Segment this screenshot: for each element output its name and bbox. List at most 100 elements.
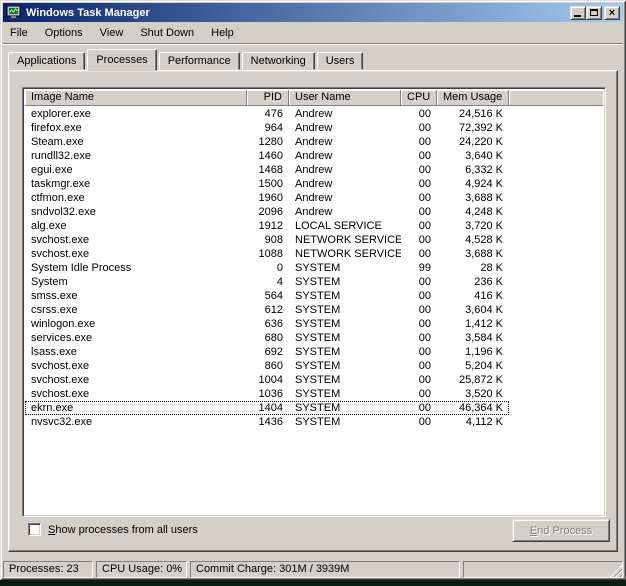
- tab-performance[interactable]: Performance: [159, 52, 240, 70]
- process-row[interactable]: services.exe680SYSTEM003,584 K: [25, 331, 509, 345]
- process-row[interactable]: lsass.exe692SYSTEM001,196 K: [25, 345, 509, 359]
- column-header-image-name[interactable]: Image Name: [25, 90, 247, 106]
- cell-pid: 612: [247, 303, 289, 317]
- cell-pid: 692: [247, 345, 289, 359]
- menu-help[interactable]: Help: [205, 25, 240, 41]
- cell-cpu: 00: [401, 163, 437, 177]
- process-row[interactable]: Steam.exe1280Andrew0024,220 K: [25, 135, 509, 149]
- cell-image-name: explorer.exe: [25, 107, 247, 121]
- cell-cpu: 00: [401, 373, 437, 387]
- cell-cpu: 00: [401, 149, 437, 163]
- process-list[interactable]: Image Name PID User Name CPU Mem Usage e…: [22, 87, 606, 517]
- show-all-users-checkbox[interactable]: Show processes from all users: [28, 523, 198, 536]
- cell-mem-usage: 3,688 K: [437, 247, 509, 261]
- column-header-user-name[interactable]: User Name: [289, 90, 401, 106]
- cell-user-name: Andrew: [289, 107, 401, 121]
- process-row[interactable]: ekrn.exe1404SYSTEM0046,364 K: [25, 401, 509, 415]
- process-row[interactable]: svchost.exe1036SYSTEM003,520 K: [25, 387, 509, 401]
- cell-image-name: firefox.exe: [25, 121, 247, 135]
- cell-image-name: winlogon.exe: [25, 317, 247, 331]
- process-row[interactable]: rundll32.exe1460Andrew003,640 K: [25, 149, 509, 163]
- process-row[interactable]: smss.exe564SYSTEM00416 K: [25, 289, 509, 303]
- menu-options[interactable]: Options: [39, 25, 89, 41]
- tab-users[interactable]: Users: [317, 52, 364, 70]
- cell-image-name: ekrn.exe: [25, 401, 247, 415]
- cell-pid: 1280: [247, 135, 289, 149]
- process-row[interactable]: svchost.exe1088NETWORK SERVICE003,688 K: [25, 247, 509, 261]
- cell-pid: 476: [247, 107, 289, 121]
- cell-mem-usage: 3,688 K: [437, 191, 509, 205]
- menu-shut-down[interactable]: Shut Down: [134, 25, 200, 41]
- cell-mem-usage: 1,412 K: [437, 317, 509, 331]
- menu-bar: File Options ViewShut Down Help: [4, 24, 622, 42]
- checkbox-label: Show processes from all users: [48, 524, 198, 536]
- cell-user-name: SYSTEM: [289, 345, 401, 359]
- cell-image-name: services.exe: [25, 331, 247, 345]
- process-row[interactable]: svchost.exe908NETWORK SERVICE004,528 K: [25, 233, 509, 247]
- cell-pid: 1004: [247, 373, 289, 387]
- cell-user-name: Andrew: [289, 177, 401, 191]
- close-button[interactable]: ×: [604, 6, 620, 20]
- process-row[interactable]: explorer.exe476Andrew0024,516 K: [25, 107, 509, 121]
- process-row[interactable]: csrss.exe612SYSTEM003,604 K: [25, 303, 509, 317]
- tab-processes[interactable]: Processes: [87, 49, 156, 71]
- process-row[interactable]: ctfmon.exe1960Andrew003,688 K: [25, 191, 509, 205]
- cell-image-name: svchost.exe: [25, 387, 247, 401]
- cell-mem-usage: 28 K: [437, 261, 509, 275]
- process-row[interactable]: taskmgr.exe1500Andrew004,924 K: [25, 177, 509, 191]
- cell-mem-usage: 3,640 K: [437, 149, 509, 163]
- process-row[interactable]: alg.exe1912LOCAL SERVICE003,720 K: [25, 219, 509, 233]
- column-header-pid[interactable]: PID: [247, 90, 289, 106]
- title-bar[interactable]: Windows Task Manager ×: [3, 3, 623, 22]
- cell-user-name: Andrew: [289, 135, 401, 149]
- process-row[interactable]: System Idle Process0SYSTEM9928 K: [25, 261, 509, 275]
- status-cpu-usage: CPU Usage: 0%: [96, 561, 187, 578]
- desktop-strip: [0, 580, 626, 586]
- cell-cpu: 00: [401, 205, 437, 219]
- processes-tab-page: Image Name PID User Name CPU Mem Usage e…: [8, 70, 618, 552]
- cell-user-name: Andrew: [289, 191, 401, 205]
- cell-image-name: svchost.exe: [25, 359, 247, 373]
- process-row[interactable]: svchost.exe860SYSTEM005,204 K: [25, 359, 509, 373]
- cell-cpu: 00: [401, 135, 437, 149]
- tab-networking[interactable]: Networking: [242, 52, 315, 70]
- cell-mem-usage: 46,364 K: [437, 401, 509, 415]
- process-row[interactable]: winlogon.exe636SYSTEM001,412 K: [25, 317, 509, 331]
- resize-grip-icon[interactable]: [609, 564, 622, 577]
- status-processes: Processes: 23: [3, 561, 93, 578]
- process-row[interactable]: nvsvc32.exe1436SYSTEM004,112 K: [25, 415, 509, 429]
- process-row[interactable]: System4SYSTEM00236 K: [25, 275, 509, 289]
- cell-cpu: 00: [401, 275, 437, 289]
- tab-applications[interactable]: Applications: [8, 52, 85, 70]
- column-header-mem-usage[interactable]: Mem Usage: [437, 90, 509, 106]
- cell-user-name: Andrew: [289, 205, 401, 219]
- process-row[interactable]: sndvol32.exe2096Andrew004,248 K: [25, 205, 509, 219]
- cell-mem-usage: 3,584 K: [437, 331, 509, 345]
- cell-mem-usage: 236 K: [437, 275, 509, 289]
- menu-view[interactable]: View: [94, 25, 130, 41]
- cell-image-name: nvsvc32.exe: [25, 415, 247, 429]
- status-commit-charge: Commit Charge: 301M / 3939M: [190, 561, 460, 578]
- minimize-button[interactable]: [570, 6, 586, 20]
- process-row[interactable]: egui.exe1468Andrew006,332 K: [25, 163, 509, 177]
- cell-image-name: csrss.exe: [25, 303, 247, 317]
- cell-image-name: taskmgr.exe: [25, 177, 247, 191]
- cell-cpu: 00: [401, 401, 437, 415]
- cell-mem-usage: 5,204 K: [437, 359, 509, 373]
- process-row[interactable]: firefox.exe964Andrew0072,392 K: [25, 121, 509, 135]
- end-process-button[interactable]: End Process: [512, 519, 610, 542]
- checkbox-icon[interactable]: [28, 523, 41, 536]
- cell-image-name: rundll32.exe: [25, 149, 247, 163]
- cell-image-name: Steam.exe: [25, 135, 247, 149]
- task-manager-window: Windows Task Manager × FileOptionsViewSh…: [0, 0, 626, 580]
- maximize-button[interactable]: [586, 6, 602, 20]
- process-row[interactable]: svchost.exe1004SYSTEM0025,872 K: [25, 373, 509, 387]
- cell-mem-usage: 4,112 K: [437, 415, 509, 429]
- column-header-cpu[interactable]: CPU: [401, 90, 437, 106]
- cell-cpu: 00: [401, 177, 437, 191]
- cell-mem-usage: 6,332 K: [437, 163, 509, 177]
- menu-file[interactable]: File: [4, 25, 34, 41]
- cell-pid: 964: [247, 121, 289, 135]
- cell-cpu: 00: [401, 387, 437, 401]
- cell-cpu: 00: [401, 415, 437, 429]
